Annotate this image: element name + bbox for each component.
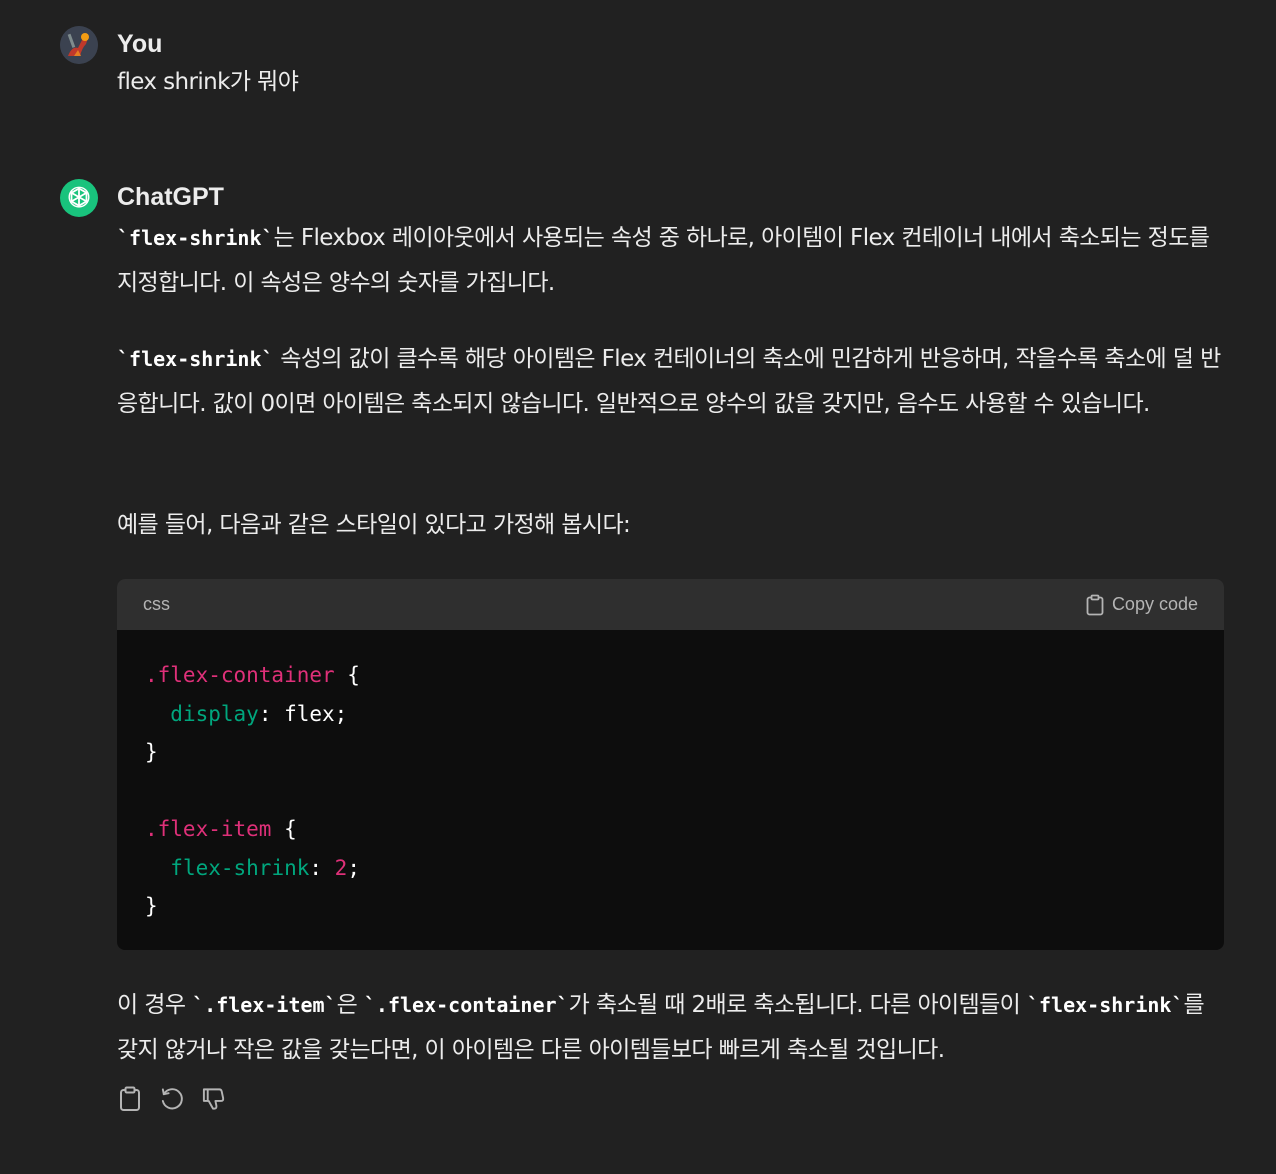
paragraph-2: `flex-shrink` 속성의 값이 클수록 해당 아이템은 Flex 컨테…: [117, 337, 1224, 427]
paragraph-4: 이 경우 `.flex-item`은 `.flex-container`가 축소…: [117, 983, 1224, 1073]
paragraph-3: 예를 들어, 다음과 같은 스타일이 있다고 가정해 봅시다:: [117, 503, 1224, 548]
code-line: flex-shrink: 2;: [145, 849, 1224, 888]
openai-logo-icon: [68, 186, 90, 208]
code-token-prop: flex-shrink: [170, 855, 310, 880]
assistant-author-name: ChatGPT: [117, 183, 224, 211]
inline-code: `.flex-item`: [192, 993, 337, 1017]
message-actions: [117, 1084, 226, 1114]
regenerate-button[interactable]: [159, 1084, 184, 1114]
code-token: {: [271, 817, 297, 841]
paragraph-text: 속성의 값이 클수록 해당 아이템은 Flex 컨테이너의 축소에 민감하게 반…: [117, 346, 1221, 417]
user-message-text: flex shrink가 뭐야: [117, 69, 299, 95]
user-avatar: [60, 26, 98, 64]
user-author-name: You: [117, 30, 163, 58]
code-token: }: [145, 894, 158, 918]
code-token: {: [334, 663, 360, 687]
code-token-prop: display: [170, 701, 259, 726]
clipboard-icon: [119, 1086, 140, 1111]
paragraph-1: `flex-shrink`는 Flexbox 레이아웃에서 사용되는 속성 중 …: [117, 216, 1224, 306]
code-block: css Copy code .flex-container { display:…: [117, 579, 1224, 950]
code-token-num: 2: [334, 855, 348, 880]
code-token-sel: .flex-container: [145, 663, 335, 687]
chatgpt-avatar: [60, 179, 98, 217]
code-content: .flex-container { display: flex;} .flex-…: [117, 630, 1224, 926]
code-token: :: [309, 855, 335, 880]
code-line: }: [145, 887, 1224, 926]
code-token: ;: [347, 855, 360, 880]
paragraph-text: 이 경우: [117, 992, 193, 1018]
code-line: .flex-container {: [145, 656, 1224, 695]
code-token-sel: .flex-item: [145, 817, 272, 841]
code-block-header: css Copy code: [117, 579, 1224, 630]
inline-code: `flex-shrink`: [117, 226, 274, 250]
inline-code: `flex-shrink`: [1026, 993, 1184, 1017]
paragraph-text: 는 Flexbox 레이아웃에서 사용되는 속성 중 하나로, 아이템이 Fle…: [117, 225, 1210, 296]
code-line: }: [145, 733, 1224, 772]
regenerate-icon: [161, 1088, 183, 1110]
inline-code: `flex-shrink`: [117, 347, 274, 371]
clipboard-icon: [1086, 594, 1104, 615]
inline-code: `.flex-container`: [363, 993, 569, 1017]
code-token: }: [145, 740, 158, 764]
code-language-label: css: [143, 594, 170, 614]
copy-message-button[interactable]: [117, 1084, 142, 1114]
code-token: : flex;: [258, 701, 348, 726]
paragraph-text: 가 축소될 때 2배로 축소됩니다. 다른 아이템들이: [568, 992, 1027, 1018]
paragraph-text: 은: [336, 992, 364, 1018]
paragraph-text: 예를 들어, 다음과 같은 스타일이 있다고 가정해 봅시다:: [117, 512, 631, 538]
code-line: .flex-item {: [145, 810, 1224, 849]
copy-code-button[interactable]: Copy code: [1086, 594, 1198, 616]
thumbs-down-icon: [202, 1088, 225, 1110]
copy-code-label: Copy code: [1111, 594, 1198, 614]
code-line: display: flex;: [145, 695, 1224, 734]
thumbs-down-button[interactable]: [201, 1084, 226, 1114]
